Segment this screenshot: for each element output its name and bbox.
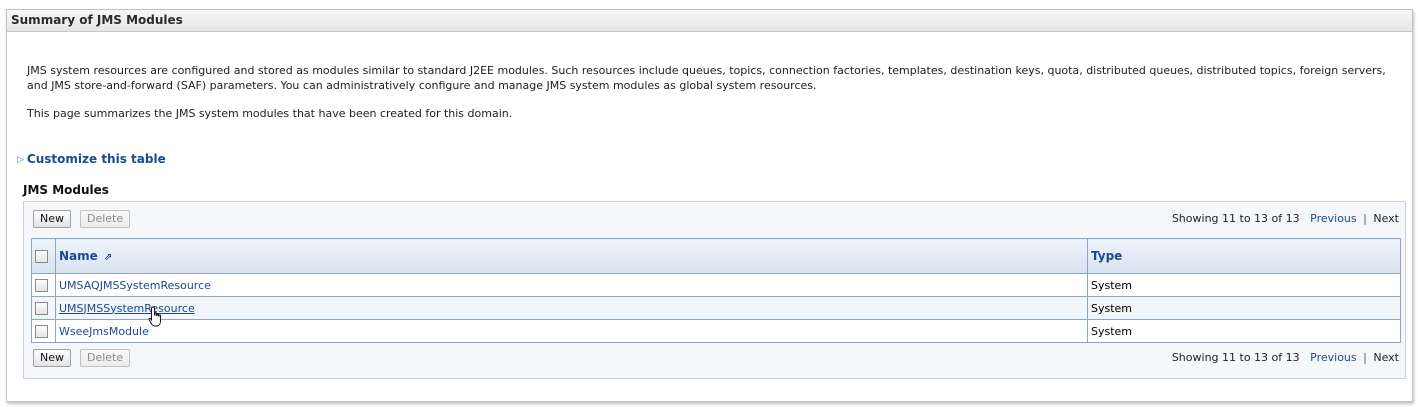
customize-table-link[interactable]: ▷ Customize this table — [17, 152, 166, 166]
module-link[interactable]: UMSJMSSystemResource — [59, 302, 195, 315]
pager-separator: | — [1363, 351, 1367, 364]
panel-title: Summary of JMS Modules — [7, 10, 1412, 32]
jms-modules-table-container: New Delete Showing 11 to 13 of 13 Previo… — [23, 201, 1406, 379]
description: JMS system resources are configured and … — [27, 63, 1397, 121]
delete-button[interactable]: Delete — [80, 349, 131, 367]
pager: Showing 11 to 13 of 13 Previous | Next — [1172, 351, 1399, 364]
table-title: JMS Modules — [23, 183, 109, 197]
table-row: UMSAQJMSSystemResource System — [31, 273, 1401, 297]
column-header-name[interactable]: Name ⇗ — [55, 238, 1088, 274]
table-row: UMSJMSSystemResource System — [31, 296, 1401, 320]
description-paragraph-1: JMS system resources are configured and … — [27, 64, 1386, 92]
new-button[interactable]: New — [33, 210, 71, 228]
row-checkbox[interactable] — [35, 301, 48, 315]
summary-panel: Summary of JMS Modules JMS system resour… — [6, 9, 1413, 402]
module-link[interactable]: UMSAQJMSSystemResource — [59, 279, 211, 292]
customize-table-label: Customize this table — [26, 152, 166, 166]
column-name-label: Name — [59, 249, 98, 263]
module-link[interactable]: WseeJmsModule — [59, 325, 149, 338]
pager-previous-link[interactable]: Previous — [1310, 351, 1357, 364]
row-checkbox-cell — [31, 273, 56, 297]
table-toolbar-top: New Delete Showing 11 to 13 of 13 Previo… — [24, 210, 1405, 238]
row-checkbox[interactable] — [35, 278, 48, 292]
row-checkbox[interactable] — [35, 324, 48, 338]
pager-status: Showing 11 to 13 of 13 — [1171, 212, 1300, 225]
hand-cursor-icon — [148, 306, 161, 327]
pager-separator: | — [1363, 212, 1367, 225]
pager-status: Showing 11 to 13 of 13 — [1171, 351, 1300, 364]
row-name-cell: UMSAQJMSSystemResource — [55, 273, 1088, 297]
row-type-cell: System — [1087, 319, 1401, 343]
pager: Showing 11 to 13 of 13 Previous | Next — [1172, 212, 1399, 225]
pager-next-link[interactable]: Next — [1373, 351, 1399, 364]
table-row: WseeJmsModule System — [31, 319, 1401, 343]
row-name-cell: UMSJMSSystemResource — [55, 296, 1088, 320]
row-type-cell: System — [1087, 296, 1401, 320]
row-type-cell: System — [1087, 273, 1401, 297]
row-checkbox-cell — [31, 296, 56, 320]
jms-modules-table: Name ⇗ Type UMSAQJMSSystemResource Syste… — [31, 238, 1401, 343]
pager-previous-link[interactable]: Previous — [1310, 212, 1357, 225]
description-paragraph-2: This page summarizes the JMS system modu… — [27, 107, 513, 120]
expand-triangle-icon: ▷ — [17, 155, 24, 165]
select-all-cell — [31, 238, 56, 274]
row-checkbox-cell — [31, 319, 56, 343]
select-all-checkbox[interactable] — [35, 250, 48, 263]
sort-ascending-icon[interactable]: ⇗ — [104, 252, 112, 263]
table-header-row: Name ⇗ Type — [31, 238, 1401, 274]
column-header-type[interactable]: Type — [1087, 238, 1401, 274]
table-toolbar-bottom: New Delete Showing 11 to 13 of 13 Previo… — [24, 349, 1405, 377]
pager-next-link[interactable]: Next — [1373, 212, 1399, 225]
new-button[interactable]: New — [33, 349, 71, 367]
row-name-cell: WseeJmsModule — [55, 319, 1088, 343]
delete-button[interactable]: Delete — [80, 210, 131, 228]
